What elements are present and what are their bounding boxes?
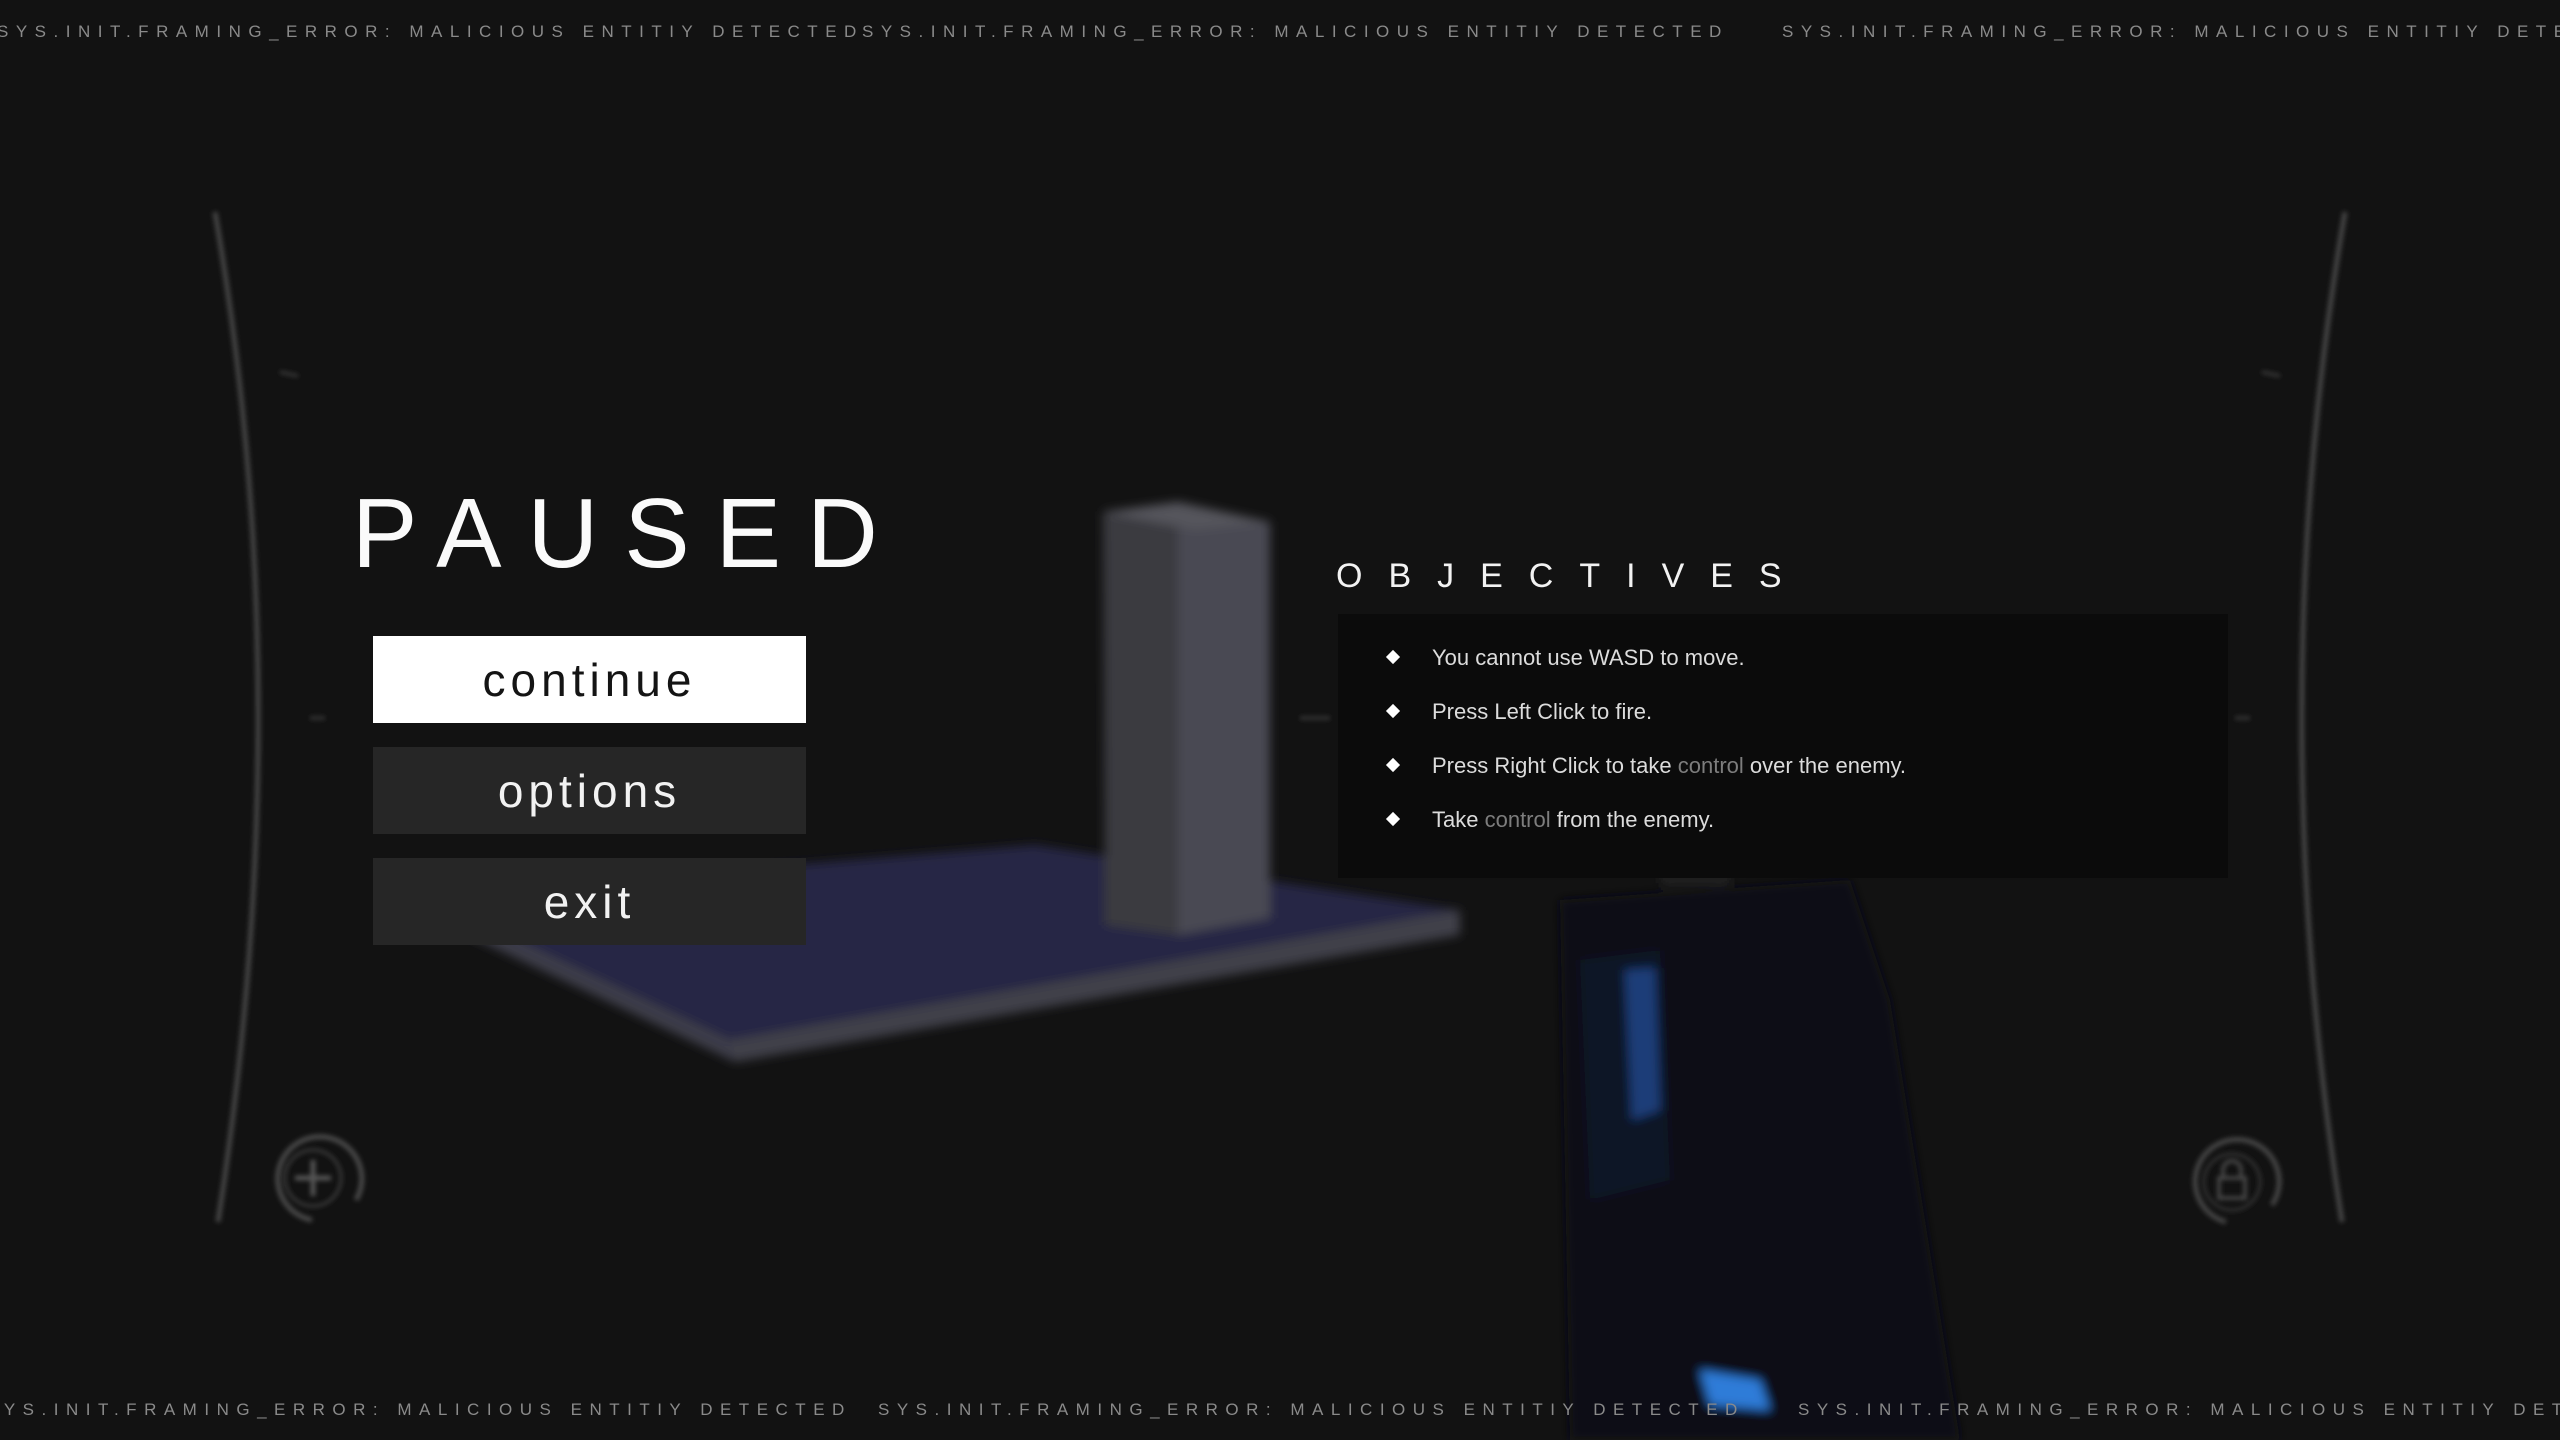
paused-title: PAUSED [352, 478, 904, 588]
objective-keyword: control [1677, 753, 1744, 778]
ticker-text: SYS.INIT.FRAMING_ERROR: MALICIOUS ENTITI… [0, 22, 864, 41]
ticker-text: SYS.INIT.FRAMING_ERROR: MALICIOUS ENTITI… [878, 1400, 1745, 1419]
objective-item: Press Left Click to fire. [1385, 698, 2228, 752]
options-button[interactable]: options [373, 747, 806, 834]
objectives-panel: You cannot use WASD to move. Press Left … [1338, 614, 2228, 878]
objective-item: Take control from the enemy. [1385, 806, 2228, 860]
system-error-ticker-bottom: SYS.INIT.FRAMING_ERROR: MALICIOUS ENTITI… [0, 1400, 2560, 1424]
objective-text: Take control from the enemy. [1432, 807, 1715, 832]
objective-item: You cannot use WASD to move. [1385, 644, 2228, 698]
ticker-text: SYS.INIT.FRAMING_ERROR: MALICIOUS ENTITI… [1782, 22, 2560, 41]
ticker-text: SYS.INIT.FRAMING_ERROR: MALICIOUS ENTITI… [1798, 1400, 2560, 1419]
objectives-title: OBJECTIVES [1336, 557, 1808, 595]
system-error-ticker-top: SYS.INIT.FRAMING_ERROR: MALICIOUS ENTITI… [0, 22, 2560, 46]
exit-button[interactable]: exit [373, 858, 806, 945]
lock-circle-icon [2192, 1137, 2282, 1225]
ticker-text: SYS.INIT.FRAMING_ERROR: MALICIOUS ENTITI… [862, 22, 1729, 41]
diamond-bullet-icon [1385, 757, 1401, 773]
diamond-bullet-icon [1385, 811, 1401, 827]
diamond-bullet-icon [1385, 703, 1401, 719]
continue-button[interactable]: continue [373, 636, 806, 723]
objective-keyword: control [1484, 807, 1551, 832]
plus-circle-icon [275, 1134, 365, 1223]
objective-text: Press Right Click to take control over t… [1432, 753, 1907, 778]
objective-text: Press Left Click to fire. [1432, 699, 1653, 724]
ticker-text: SYS.INIT.FRAMING_ERROR: MALICIOUS ENTITI… [0, 1400, 852, 1419]
objective-item: Press Right Click to take control over t… [1385, 752, 2228, 806]
objective-text: You cannot use WASD to move. [1432, 645, 1745, 670]
diamond-bullet-icon [1385, 649, 1401, 665]
